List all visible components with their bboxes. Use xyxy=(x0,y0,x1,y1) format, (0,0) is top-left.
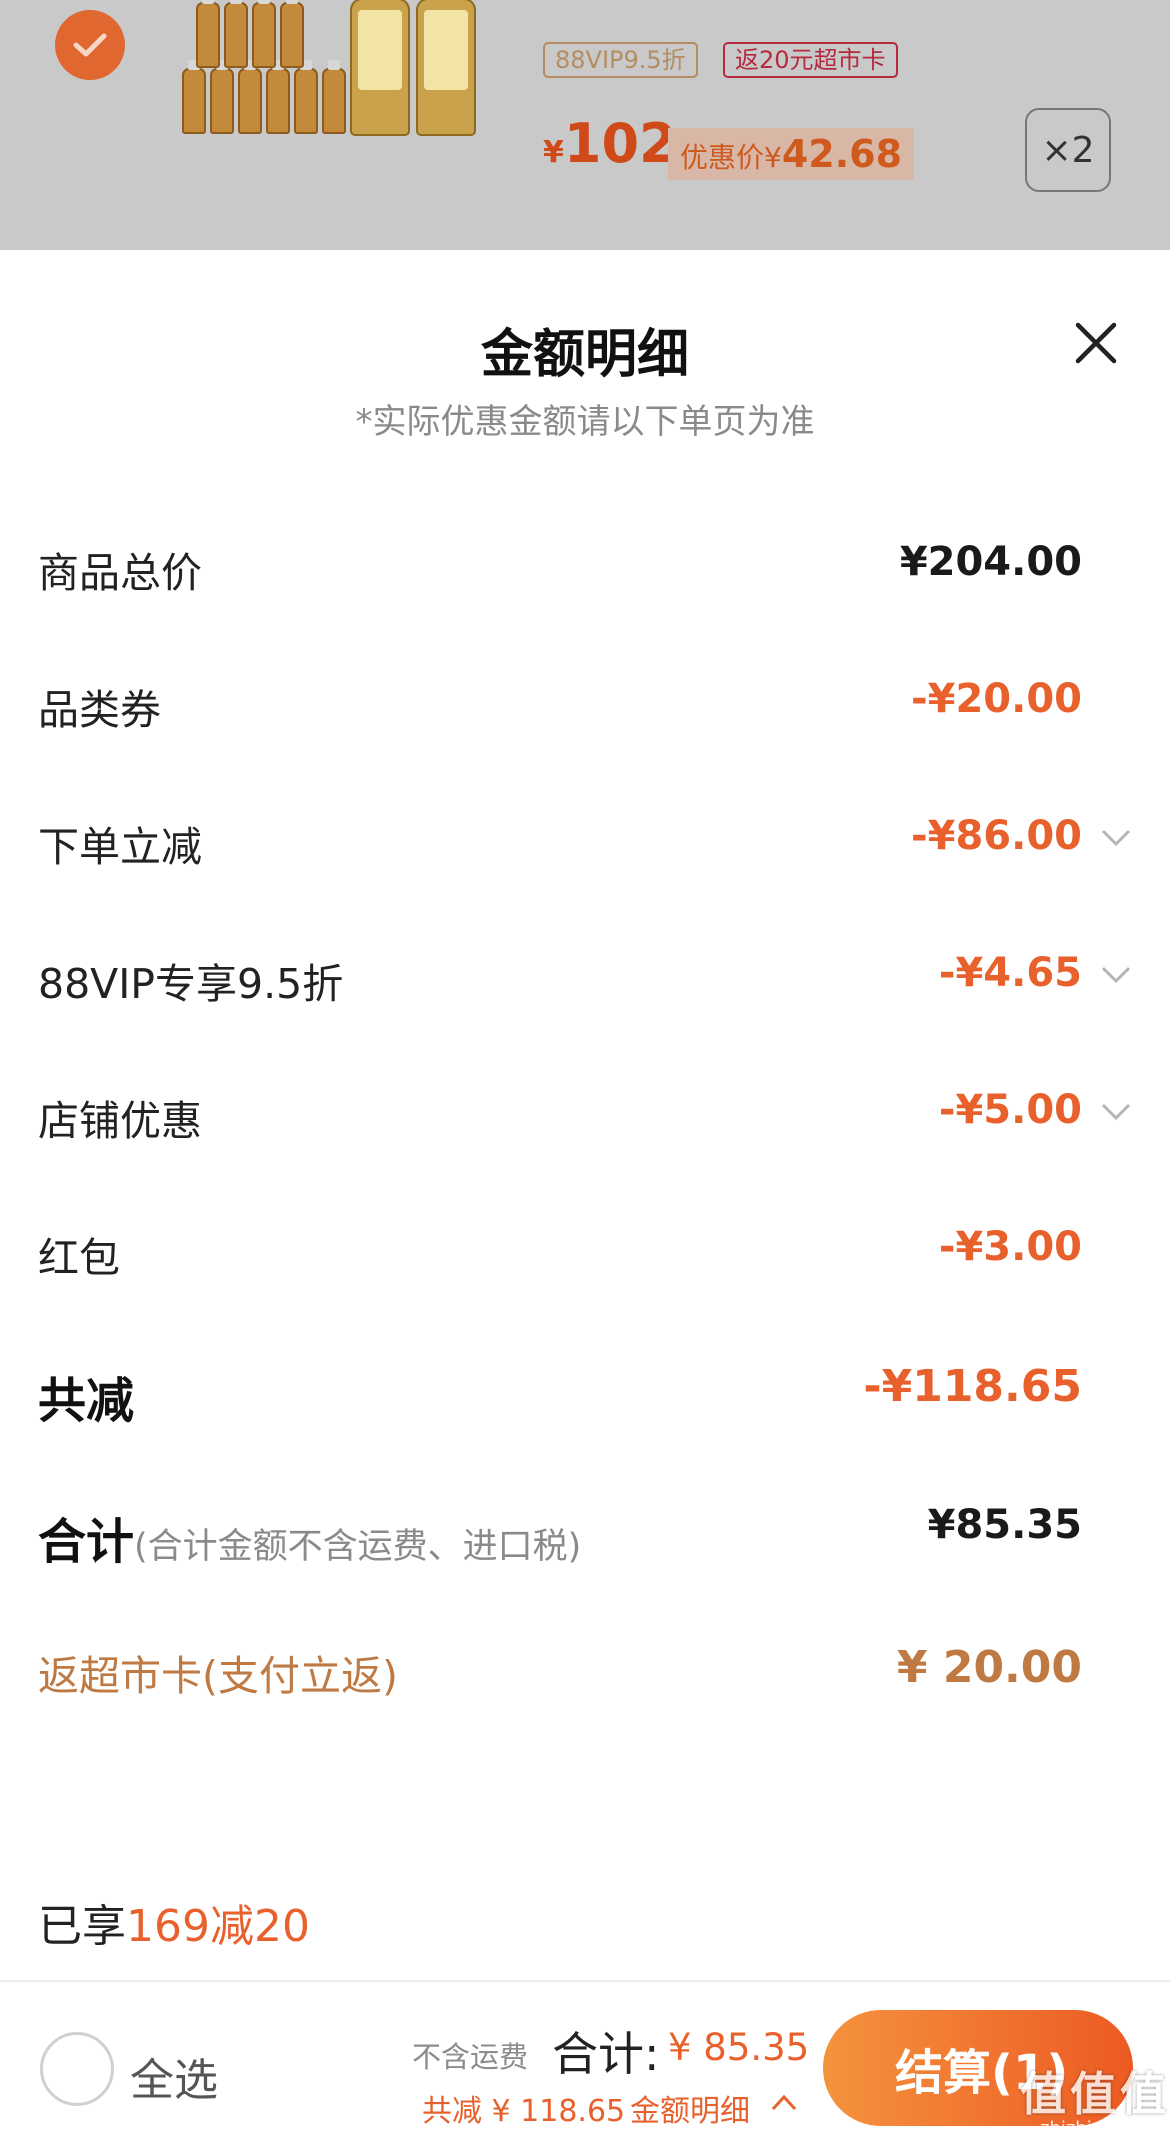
row-vip-discount[interactable]: 88VIP专享9.5折 -¥4.65 xyxy=(0,936,1170,1016)
sum-value: ¥85.35 xyxy=(927,1502,1082,1548)
quantity-button[interactable]: ×2 xyxy=(1025,108,1111,192)
enjoyed-highlight: 169减20 xyxy=(126,1901,310,1952)
sum-title: 合计 xyxy=(38,1514,135,1570)
checkmark-icon xyxy=(73,33,107,57)
row-label: 店铺优惠 xyxy=(38,1097,202,1145)
promo-price: 优惠价¥42.68 xyxy=(668,128,915,180)
chevron-down-icon[interactable] xyxy=(1100,1101,1132,1123)
row-value: -¥3.00 xyxy=(938,1224,1082,1270)
sum-label: 合计(合计金额不含运费、进口税) xyxy=(38,1502,581,1572)
bottom-total-label: 合计: xyxy=(552,2027,660,2081)
row-red-packet: 红包 -¥3.00 xyxy=(0,1210,1170,1290)
row-label: 下单立减 xyxy=(38,823,202,871)
total-reduce-label: 共减 xyxy=(38,1373,135,1429)
row-supermarket-card: 返超市卡(支付立返) ¥ 20.00 xyxy=(0,1628,1170,1708)
bottom-total-value: ¥ 85.35 xyxy=(668,2026,810,2069)
row-instant-discount[interactable]: 下单立减 -¥86.00 xyxy=(0,799,1170,879)
watermark-url: zhizhizhi.com xyxy=(1040,2118,1162,2139)
chevron-up-icon[interactable] xyxy=(770,2092,798,2114)
row-value: -¥20.00 xyxy=(911,676,1082,722)
row-store-discount[interactable]: 店铺优惠 -¥5.00 xyxy=(0,1073,1170,1153)
price-currency: ¥ xyxy=(543,135,564,170)
product-image[interactable] xyxy=(180,0,490,140)
chevron-down-icon[interactable] xyxy=(1100,964,1132,986)
card-value: ¥ 20.00 xyxy=(896,1642,1082,1693)
row-label: 红包 xyxy=(38,1234,120,1282)
row-category-coupon: 品类券 -¥20.00 xyxy=(0,662,1170,742)
price-value: 102 xyxy=(563,112,677,175)
product-card-overlay[interactable]: 88VIP9.5折 返20元超市卡 ¥102 优惠价¥42.68 ×2 xyxy=(0,0,1170,250)
row-goods-total: 商品总价 ¥204.00 xyxy=(0,525,1170,605)
cart-page: 88VIP9.5折 返20元超市卡 ¥102 优惠价¥42.68 ×2 金额明细… xyxy=(0,0,1170,2144)
bottom-saved-amount: 共减 ¥ 118.65 xyxy=(422,2094,626,2129)
row-total-reduce: 共减 -¥118.65 xyxy=(0,1347,1170,1429)
row-value: -¥86.00 xyxy=(911,813,1082,859)
close-icon[interactable] xyxy=(1073,320,1119,366)
sheet-title: 金额明细 xyxy=(480,325,689,385)
sum-note: (合计金额不含运费、进口税) xyxy=(134,1527,582,1567)
amount-detail-link[interactable]: 金额明细 xyxy=(630,2086,750,2130)
enjoyed-prefix: 已享 xyxy=(38,1901,126,1952)
row-label: 88VIP专享9.5折 xyxy=(38,960,344,1008)
row-sum: 合计(合计金额不含运费、进口税) ¥85.35 xyxy=(0,1488,1170,1570)
chevron-down-icon[interactable] xyxy=(1100,827,1132,849)
row-label: 品类券 xyxy=(38,686,161,734)
row-value: -¥4.65 xyxy=(938,950,1082,996)
bottom-checkout-bar: 全选 不含运费 合计: ¥ 85.35 共减 ¥ 118.65 金额明细 结算(… xyxy=(0,1980,1170,2144)
total-reduce-value: -¥118.65 xyxy=(863,1361,1082,1412)
card-label: 返超市卡(支付立返) xyxy=(38,1652,398,1700)
row-value: ¥204.00 xyxy=(899,539,1082,585)
return-card-badge: 返20元超市卡 xyxy=(723,42,898,78)
product-price: ¥102 xyxy=(543,112,677,175)
no-shipping-note: 不含运费 xyxy=(412,2040,529,2074)
watermark-logo: 值值值 xyxy=(1020,2067,1170,2121)
sheet-subtitle: *实际优惠金额请以下单页为准 xyxy=(355,402,815,442)
item-checkbox[interactable] xyxy=(55,10,125,80)
promo-price-value: 42.68 xyxy=(781,132,903,176)
row-label: 商品总价 xyxy=(38,549,202,597)
select-all-label[interactable]: 全选 xyxy=(130,2044,218,2108)
vip-discount-badge: 88VIP9.5折 xyxy=(543,42,698,78)
promo-price-label: 优惠价¥ xyxy=(680,141,782,174)
enjoyed-promo: 已享169减20 xyxy=(38,1890,310,1954)
select-all-checkbox[interactable] xyxy=(40,2032,114,2106)
row-value: -¥5.00 xyxy=(938,1087,1082,1133)
